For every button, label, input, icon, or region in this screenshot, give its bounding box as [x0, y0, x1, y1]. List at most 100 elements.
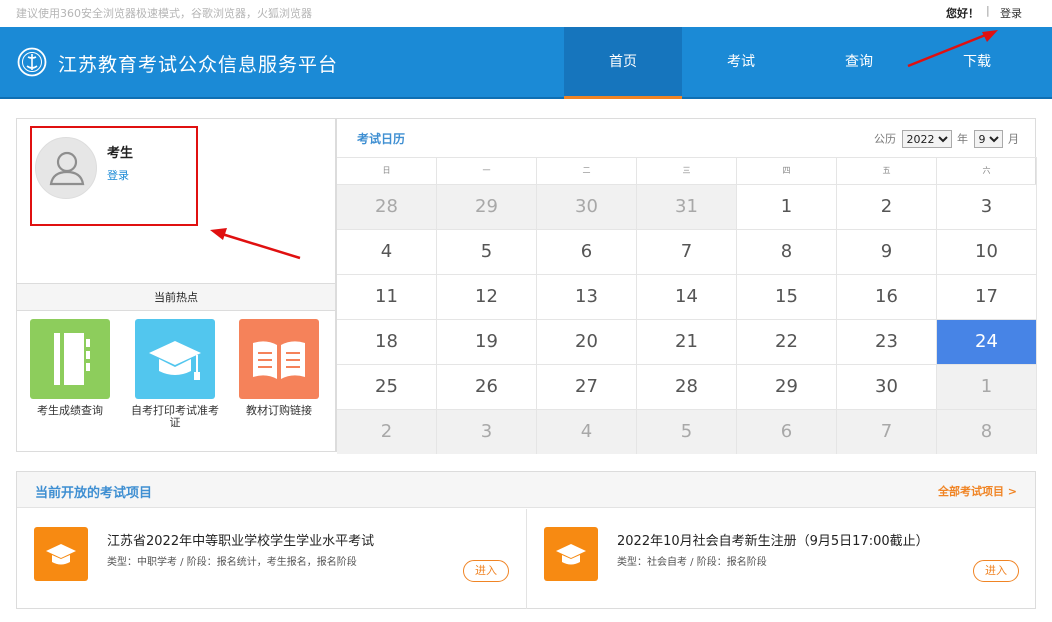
- calendar-day[interactable]: 2: [837, 185, 937, 229]
- calendar-day[interactable]: 6: [737, 410, 837, 454]
- hot-heading: 当前热点: [17, 283, 335, 311]
- calendar-day[interactable]: 15: [737, 275, 837, 319]
- hot-item-label: 自考打印考试准考证: [131, 404, 219, 429]
- graduation-cap-icon: [135, 319, 215, 399]
- weekday-header: 日 一 二 三 四 五 六: [337, 157, 1037, 184]
- hot-item-textbook[interactable]: 教材订购链接: [231, 319, 327, 417]
- year-select[interactable]: 2022: [901, 130, 952, 148]
- hot-item-score[interactable]: 考生成绩查询: [22, 319, 118, 417]
- calendar-day[interactable]: 13: [537, 275, 637, 319]
- year-label: 年: [957, 132, 968, 146]
- month-label: 月: [1008, 132, 1019, 146]
- calendar-day[interactable]: 29: [737, 365, 837, 409]
- calendar-day[interactable]: 20: [537, 320, 637, 364]
- calendar-day[interactable]: 29: [437, 185, 537, 229]
- calendar-day[interactable]: 3: [437, 410, 537, 454]
- calendar-day[interactable]: 30: [537, 185, 637, 229]
- calendar-day[interactable]: 17: [937, 275, 1037, 319]
- calendar-day[interactable]: 24: [937, 320, 1037, 364]
- separator: |: [986, 4, 990, 17]
- calendar-day[interactable]: 25: [337, 365, 437, 409]
- top-login-link[interactable]: 登录: [1000, 5, 1022, 21]
- calendar-day[interactable]: 2: [337, 410, 437, 454]
- calendar-week-row: 18 19 20 21 22 23 24: [337, 319, 1037, 364]
- site-header: 江苏教育考试公众信息服务平台 首页 考试 查询 下载: [0, 27, 1052, 99]
- calendar-day[interactable]: 5: [437, 230, 537, 274]
- calendar-day[interactable]: 8: [937, 410, 1037, 454]
- calendar-day[interactable]: 4: [337, 230, 437, 274]
- hot-item-label: 教材订购链接: [246, 404, 312, 417]
- calendar-day[interactable]: 6: [537, 230, 637, 274]
- exams-title: 当前开放的考试项目: [35, 486, 153, 501]
- highlight-box: [30, 126, 198, 226]
- open-exams-panel: 当前开放的考试项目 全部考试项目 > 江苏省2022年中等职业学校学生学业水平考…: [16, 471, 1036, 609]
- calendar-day[interactable]: 14: [637, 275, 737, 319]
- calendar-type-label: 公历: [874, 132, 896, 146]
- calendar-day[interactable]: 3: [937, 185, 1037, 229]
- calendar-day[interactable]: 19: [437, 320, 537, 364]
- calendar-day[interactable]: 11: [337, 275, 437, 319]
- nav-home[interactable]: 首页: [564, 27, 682, 99]
- calendar-day[interactable]: 7: [637, 230, 737, 274]
- calendar-day[interactable]: 21: [637, 320, 737, 364]
- calendar-day[interactable]: 22: [737, 320, 837, 364]
- enter-button[interactable]: 进入: [463, 560, 509, 582]
- calendar-day[interactable]: 16: [837, 275, 937, 319]
- calendar-week-row: 4 5 6 7 8 9 10: [337, 229, 1037, 274]
- calendar-day[interactable]: 10: [937, 230, 1037, 274]
- hot-item-admission-ticket[interactable]: 自考打印考试准考证: [127, 319, 223, 429]
- calendar-grid: 日 一 二 三 四 五 六 28 29 30 31 1 2 3 4 5 6 7 8 9 10 11 12 13 1…: [337, 157, 1037, 454]
- exam-name[interactable]: 江苏省2022年中等职业学校学生学业水平考试: [107, 530, 374, 549]
- exam-desc: 类型：中职学考 / 阶段：报名统计，考生报名，报名阶段: [107, 557, 357, 568]
- site-title: 江苏教育考试公众信息服务平台: [58, 54, 339, 76]
- nav-query[interactable]: 查询: [800, 27, 918, 97]
- weekday-label: 三: [637, 158, 737, 184]
- exam-item: 2022年10月社会自考新生注册（9月5日17:00截止） 类型：社会自考 / …: [527, 509, 1036, 609]
- greeting: 您好！: [946, 7, 979, 20]
- exam-calendar: 考试日历 公历 2022 年 9 月 日 一 二 三 四 五 六 28 29 30 3…: [336, 118, 1037, 454]
- hot-item-label: 考生成绩查询: [37, 404, 103, 417]
- exam-name[interactable]: 2022年10月社会自考新生注册（9月5日17:00截止）: [617, 530, 929, 549]
- logo-icon: [17, 47, 47, 77]
- weekday-label: 一: [437, 158, 537, 184]
- calendar-day[interactable]: 1: [737, 185, 837, 229]
- exam-item: 江苏省2022年中等职业学校学生学业水平考试 类型：中职学考 / 阶段：报名统计…: [17, 509, 526, 609]
- calendar-controls: 公历 2022 年 9 月: [874, 130, 1019, 148]
- top-bar: 建议使用360安全浏览器极速模式，谷歌浏览器，火狐浏览器 您好！ | 登录: [0, 0, 1052, 26]
- weekday-label: 日: [337, 158, 437, 184]
- calendar-day[interactable]: 23: [837, 320, 937, 364]
- nav-download[interactable]: 下载: [918, 27, 1036, 97]
- weekday-label: 二: [537, 158, 637, 184]
- calendar-day[interactable]: 9: [837, 230, 937, 274]
- calendar-week-row: 25 26 27 28 29 30 1: [337, 364, 1037, 409]
- calendar-week-row: 2345678: [337, 409, 1037, 454]
- calendar-day[interactable]: 7: [837, 410, 937, 454]
- calendar-day[interactable]: 31: [637, 185, 737, 229]
- calendar-day[interactable]: 1: [937, 365, 1037, 409]
- open-book-icon: [239, 319, 319, 399]
- notebook-icon: [30, 319, 110, 399]
- weekday-label: 四: [737, 158, 837, 184]
- graduation-cap-icon: [544, 527, 598, 581]
- calendar-day[interactable]: 30: [837, 365, 937, 409]
- calendar-day[interactable]: 8: [737, 230, 837, 274]
- calendar-day[interactable]: 28: [337, 185, 437, 229]
- nav-exam[interactable]: 考试: [682, 27, 800, 97]
- calendar-day[interactable]: 26: [437, 365, 537, 409]
- calendar-title: 考试日历: [357, 132, 406, 146]
- calendar-day[interactable]: 5: [637, 410, 737, 454]
- calendar-day[interactable]: 18: [337, 320, 437, 364]
- calendar-week-row: 11 12 13 14 15 16 17: [337, 274, 1037, 319]
- weekday-label: 六: [937, 158, 1037, 184]
- all-exams-link[interactable]: 全部考试项目 >: [938, 483, 1017, 499]
- user-panel: 考生 登录 当前热点 考生成绩查询 自考打印考试准考证 教材订购链接: [16, 118, 336, 452]
- weekday-label: 五: [837, 158, 937, 184]
- calendar-day[interactable]: 12: [437, 275, 537, 319]
- calendar-day[interactable]: 4: [537, 410, 637, 454]
- month-select[interactable]: 9: [973, 130, 1003, 148]
- enter-button[interactable]: 进入: [973, 560, 1019, 582]
- calendar-day[interactable]: 27: [537, 365, 637, 409]
- graduation-cap-icon: [34, 527, 88, 581]
- calendar-day[interactable]: 28: [637, 365, 737, 409]
- exam-desc: 类型：社会自考 / 阶段：报名阶段: [617, 557, 767, 568]
